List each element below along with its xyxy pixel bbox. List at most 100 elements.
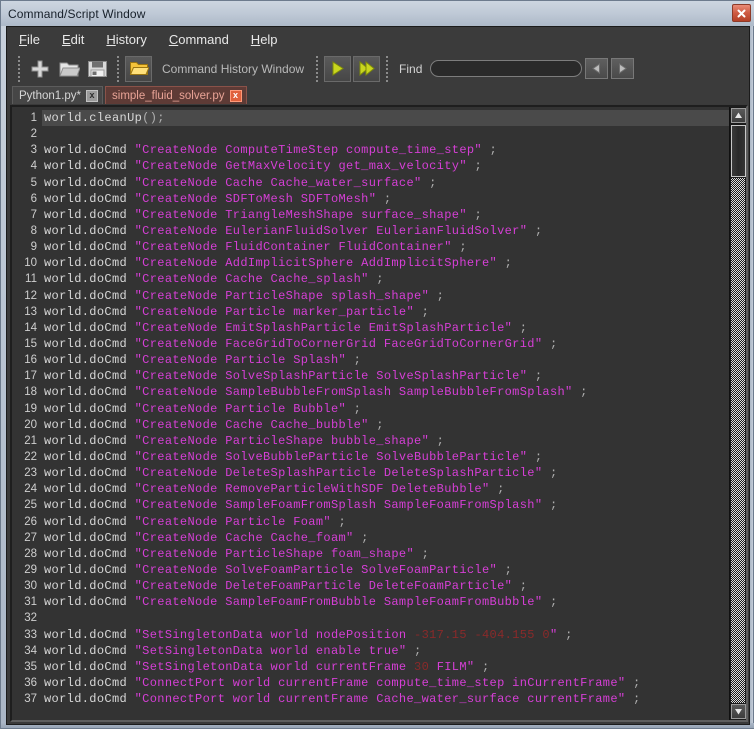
code-line[interactable]: 23 world.doCmd "CreateNode DeleteSplashPa… — [12, 465, 729, 481]
menu-edit[interactable]: Edit — [62, 32, 84, 47]
code-line[interactable]: 33 world.doCmd "SetSingletonData world no… — [12, 627, 729, 643]
plus-icon — [31, 60, 48, 77]
title-bar[interactable]: Command/Script Window — [1, 1, 754, 26]
line-text: world.doCmd "CreateNode SolveBubbleParti… — [42, 449, 729, 465]
find-next-button[interactable] — [611, 58, 635, 79]
find-previous-button[interactable] — [585, 58, 609, 79]
code-line[interactable]: 3 world.doCmd "CreateNode ComputeTimeStep… — [12, 142, 729, 158]
code-line[interactable]: 22 world.doCmd "CreateNode SolveBubblePar… — [12, 449, 729, 465]
code-line[interactable]: 16 world.doCmd "CreateNode Particle Splas… — [12, 352, 729, 368]
tab-close-icon[interactable]: x — [229, 89, 242, 102]
code-line[interactable]: 20 world.doCmd "CreateNode Cache Cache_bu… — [12, 417, 729, 433]
window-title: Command/Script Window — [8, 6, 146, 21]
code-line[interactable]: 8 world.doCmd "CreateNode EulerianFluidSo… — [12, 223, 729, 239]
code-line[interactable]: 18 world.doCmd "CreateNode SampleBubbleFr… — [12, 384, 729, 400]
line-number: 26 — [24, 515, 37, 528]
token-punct: ; — [489, 482, 505, 497]
editor-scrollbar[interactable] — [729, 107, 746, 720]
line-number: 29 — [24, 563, 37, 576]
token-plain: world.doCmd — [44, 562, 135, 577]
menu-file[interactable]: File — [19, 32, 40, 47]
code-line[interactable]: 21 world.doCmd "CreateNode ParticleShape … — [12, 433, 729, 449]
code-line[interactable]: 11 world.doCmd "CreateNode Cache Cache_sp… — [12, 271, 729, 287]
token-plain: world.doCmd — [44, 643, 135, 658]
line-text: world.doCmd "CreateNode Cache Cache_foam… — [42, 530, 729, 546]
token-punct: ; — [346, 353, 362, 368]
find-input[interactable] — [430, 60, 583, 77]
code-line[interactable]: 34 world.doCmd "SetSingletonData world en… — [12, 643, 729, 659]
scrollbar-up-button[interactable] — [731, 108, 746, 123]
token-punct: ; — [368, 417, 384, 432]
token-plain: world.doCmd — [44, 304, 135, 319]
tab-label: simple_fluid_solver.py — [112, 89, 225, 102]
triangle-right-icon — [619, 63, 628, 74]
code-line[interactable]: 32 — [12, 610, 729, 626]
line-number: 7 — [30, 208, 37, 221]
code-line[interactable]: 17 world.doCmd "CreateNode SolveSplashPar… — [12, 368, 729, 384]
code-line[interactable]: 26 world.doCmd "CreateNode Particle Foam"… — [12, 514, 729, 530]
arrow-down-icon — [735, 709, 742, 715]
code-line[interactable]: 4 world.doCmd "CreateNode GetMaxVelocity … — [12, 158, 729, 174]
save-script-button[interactable] — [84, 56, 111, 82]
code-line[interactable]: 5 world.doCmd "CreateNode Cache Cache_wat… — [12, 175, 729, 191]
token-str: "SetSingletonData world nodePosition — [134, 627, 415, 642]
code-line[interactable]: 9 world.doCmd "CreateNode FluidContainer … — [12, 239, 729, 255]
line-number: 9 — [30, 241, 37, 254]
line-number: 18 — [24, 386, 37, 399]
tab-close-icon[interactable]: x — [86, 89, 99, 102]
token-punct: ; — [512, 320, 528, 335]
code-line[interactable]: 13 world.doCmd "CreateNode Particle marke… — [12, 304, 729, 320]
code-line[interactable]: 6 world.doCmd "CreateNode SDFToMesh SDFTo… — [12, 191, 729, 207]
code-line[interactable]: 25 world.doCmd "CreateNode SampleFoamFrom… — [12, 497, 729, 513]
execute-button[interactable] — [324, 55, 352, 82]
code-line[interactable]: 30 world.doCmd "CreateNode DeleteFoamPart… — [12, 578, 729, 594]
token-str: "CreateNode FluidContainer FluidContaine… — [134, 240, 452, 255]
code-line[interactable]: 36 world.doCmd "ConnectPort world current… — [12, 675, 729, 691]
command-history-window-button[interactable] — [125, 55, 152, 82]
tab-python1[interactable]: Python1.py* x — [12, 86, 104, 104]
code-editor[interactable]: 1 world.cleanUp(); 2 3 world.doCmd "CreateNo… — [12, 107, 729, 720]
token-plain: world.doCmd — [44, 466, 135, 481]
code-line[interactable]: 31 world.doCmd "CreateNode SampleFoamFrom… — [12, 594, 729, 610]
code-line[interactable]: 7 world.doCmd "CreateNode TriangleMeshSha… — [12, 207, 729, 223]
scrollbar-thumb[interactable] — [731, 125, 746, 177]
token-plain: world.doCmd — [44, 240, 135, 255]
new-script-button[interactable] — [26, 56, 53, 82]
code-line[interactable]: 29 world.doCmd "CreateNode SolveFoamParti… — [12, 562, 729, 578]
token-str: " — [549, 627, 558, 642]
open-script-button[interactable] — [55, 56, 82, 82]
line-number: 30 — [24, 580, 37, 593]
line-text: world.doCmd "CreateNode Particle Splash"… — [42, 352, 729, 368]
scrollbar-track[interactable] — [731, 178, 745, 703]
code-line[interactable]: 35 world.doCmd "SetSingletonData world cu… — [12, 659, 729, 675]
code-line[interactable]: 1 world.cleanUp(); — [12, 110, 729, 127]
menu-help[interactable]: Help — [251, 32, 278, 47]
line-number: 15 — [24, 337, 37, 350]
editor-panel: 1 world.cleanUp(); 2 3 world.doCmd "CreateNo… — [10, 105, 748, 722]
tab-simple-fluid-solver[interactable]: simple_fluid_solver.py x — [105, 86, 247, 104]
line-number: 22 — [24, 450, 37, 463]
scrollbar-down-button[interactable] — [731, 704, 746, 719]
code-line[interactable]: 12 world.doCmd "CreateNode ParticleShape … — [12, 288, 729, 304]
token-punct: ; — [512, 579, 528, 594]
token-punct: ; — [414, 304, 430, 319]
code-line[interactable]: 24 world.doCmd "CreateNode RemoveParticle… — [12, 481, 729, 497]
line-text: world.doCmd "CreateNode SampleFoamFromSp… — [42, 497, 729, 513]
token-punct: ; — [376, 191, 392, 206]
code-line[interactable]: 15 world.doCmd "CreateNode FaceGridToCorn… — [12, 336, 729, 352]
token-str: "CreateNode SampleBubbleFromSplash Sampl… — [134, 385, 573, 400]
code-line[interactable]: 14 world.doCmd "CreateNode EmitSplashPart… — [12, 320, 729, 336]
code-line[interactable]: 19 world.doCmd "CreateNode Particle Bubbl… — [12, 401, 729, 417]
code-line[interactable]: 2 — [12, 126, 729, 142]
menu-command[interactable]: Command — [169, 32, 229, 47]
code-line[interactable]: 37 world.doCmd "ConnectPort world current… — [12, 691, 729, 707]
menu-history[interactable]: History — [106, 32, 146, 47]
code-line[interactable]: 10 world.doCmd "CreateNode AddImplicitSph… — [12, 255, 729, 271]
code-line[interactable]: 27 world.doCmd "CreateNode Cache Cache_fo… — [12, 530, 729, 546]
token-str: FILM" — [429, 659, 475, 674]
execute-all-button[interactable] — [353, 55, 381, 82]
window-close-button[interactable] — [732, 4, 751, 22]
close-icon — [737, 9, 746, 17]
code-line[interactable]: 28 world.doCmd "CreateNode ParticleShape … — [12, 546, 729, 562]
token-str: "CreateNode EulerianFluidSolver Eulerian… — [134, 223, 528, 238]
